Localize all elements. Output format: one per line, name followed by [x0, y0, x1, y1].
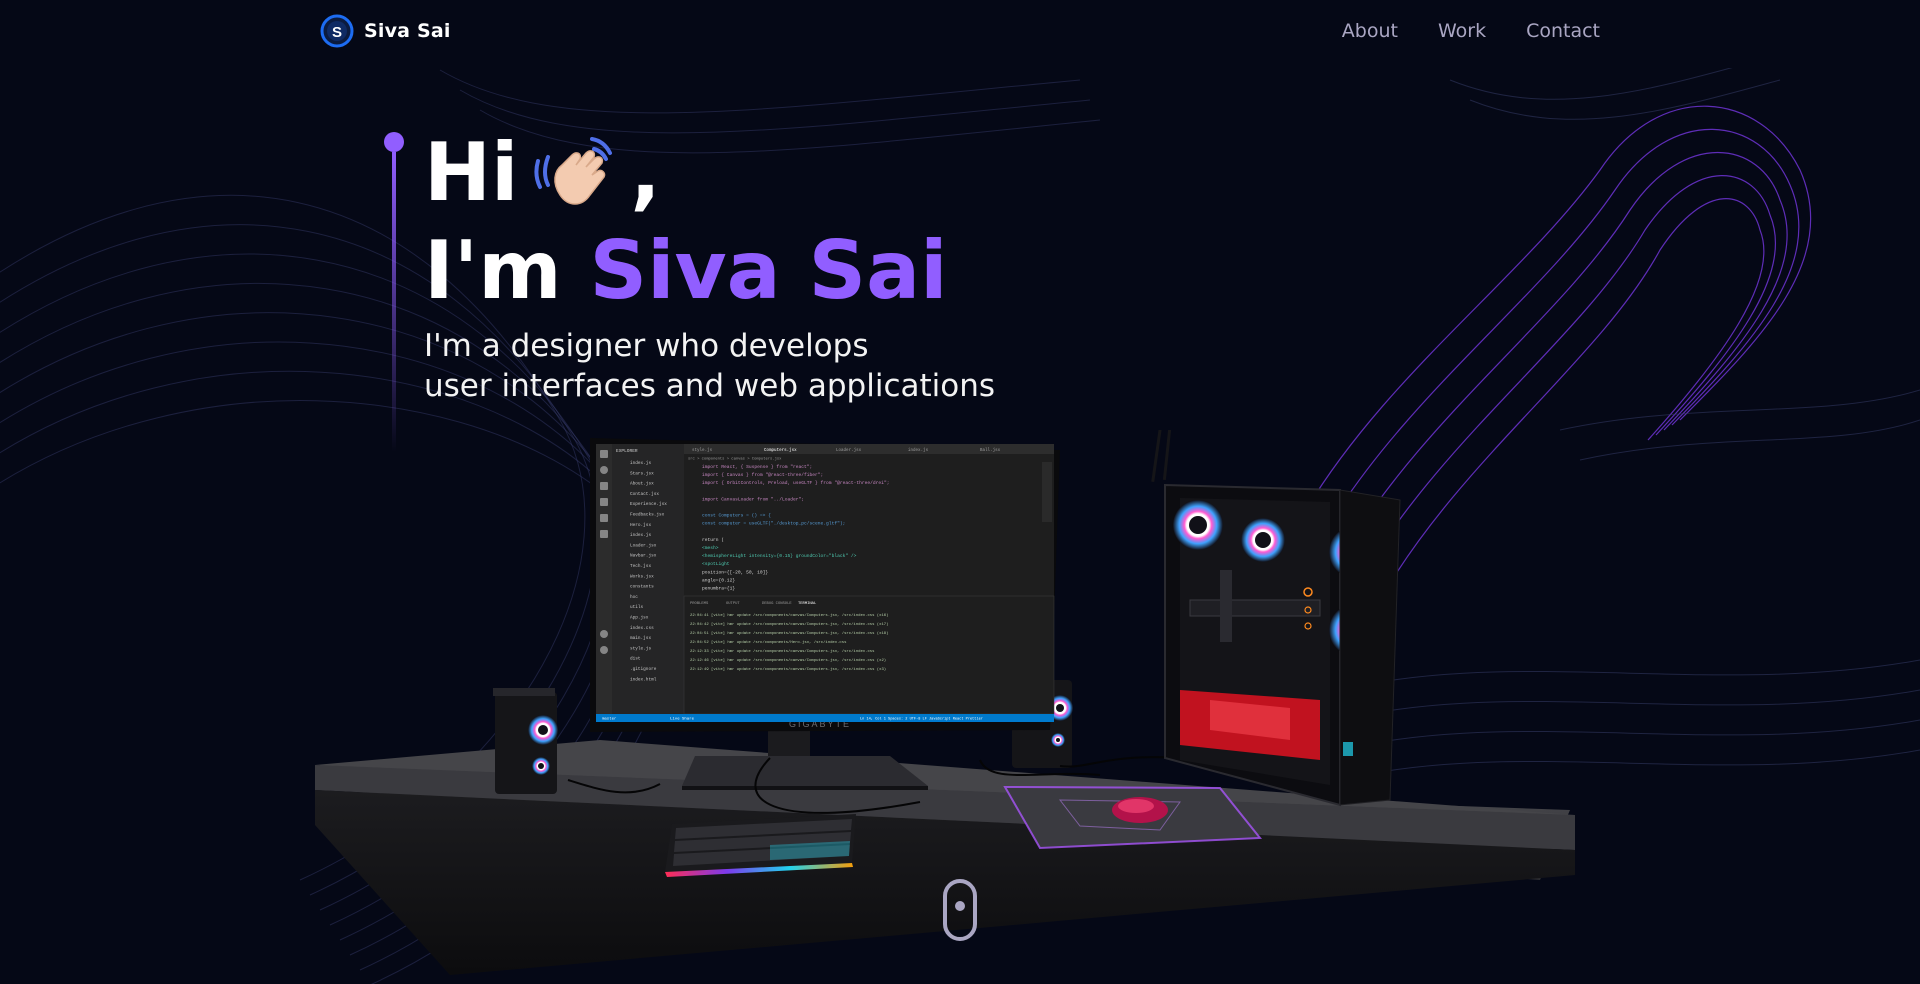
- explorer-file: dist: [630, 657, 641, 662]
- terminal-line: 22:04:42 [vite] hmr update /src/componen…: [690, 622, 888, 627]
- explorer-file: utils: [630, 605, 644, 610]
- editor-tab: index.js: [908, 448, 929, 453]
- editor-tab: Computers.jsx: [764, 448, 797, 453]
- explorer-file: main.jsx: [630, 636, 651, 641]
- explorer-file: Hero.jsx: [630, 523, 651, 528]
- hero-accent-bar: [392, 152, 396, 452]
- code-line: <spotLight: [702, 561, 730, 567]
- explorer-file: constants: [630, 585, 654, 590]
- terminal-line: 22:12:46 [vite] hmr update /src/componen…: [690, 658, 886, 663]
- nav-links: About Work Contact: [1342, 20, 1600, 42]
- brand-name: Siva Sai: [364, 20, 451, 42]
- explorer-file: Loader.jsx: [630, 543, 657, 548]
- code-line: return (: [702, 537, 724, 543]
- logo[interactable]: S Siva Sai: [320, 14, 451, 48]
- explorer-file: Feedbacks.jsx: [630, 513, 665, 518]
- explorer-title: EXPLORER: [616, 448, 638, 454]
- hero-greeting: Hi: [424, 126, 519, 219]
- explorer-file: Contact.jsx: [630, 492, 659, 497]
- explorer-file: index.html: [630, 677, 657, 682]
- code-line: penumbra={1}: [702, 586, 735, 592]
- keyboard: [665, 814, 856, 877]
- hero-heading: Hi , I'm Siva Sai: [424, 124, 948, 320]
- editor-tab: Ball.jsx: [980, 448, 1001, 453]
- hero-accent-dot: [384, 132, 404, 152]
- mouse-scroll-icon[interactable]: [942, 878, 978, 942]
- hero-name: Siva Sai: [589, 224, 948, 317]
- explorer-file: index.js: [630, 461, 651, 466]
- status-live-share: Live Share: [670, 717, 695, 722]
- siva-logo-icon: S: [320, 14, 354, 48]
- explorer-file: About.jsx: [630, 482, 654, 487]
- logo-letter: S: [332, 24, 342, 41]
- code-line: const Computers = () => {: [702, 513, 771, 519]
- explorer-file: Tech.jsx: [630, 564, 651, 569]
- code-line: import React, { Suspense } from "react";: [702, 464, 812, 470]
- editor-tab: Loader.jsx: [836, 448, 862, 453]
- pc-tower: [1151, 430, 1401, 807]
- code-line: import { Canvas } from "@react-three/fib…: [702, 472, 823, 478]
- code-line: position={[-20, 50, 10]}: [702, 569, 768, 575]
- nav-link-work[interactable]: Work: [1438, 20, 1486, 42]
- panel-tab: OUTPUT: [726, 602, 740, 606]
- explorer-file: App.jsx: [630, 616, 649, 621]
- explorer-file: index.css: [630, 626, 654, 631]
- waving-hand-icon: [534, 137, 613, 205]
- code-line: <mesh>: [702, 545, 719, 551]
- code-line: const computer = useGLTF("./desktop_pc/s…: [702, 521, 845, 527]
- terminal-line: 22:04:41 [vite] hmr update /src/componen…: [690, 613, 888, 618]
- status-right-info: Ln 14, Col 1 Spaces: 2 UTF-8 LF JavaScri…: [860, 717, 983, 722]
- terminal-line: 22:04:51 [vite] hmr update /src/componen…: [690, 631, 888, 636]
- hero-comma: ,: [630, 126, 661, 219]
- code-line: import CanvasLoader from "../Loader";: [702, 496, 804, 502]
- navbar: S Siva Sai About Work Contact: [0, 0, 1920, 68]
- explorer-file: Works.jsx: [630, 574, 654, 579]
- panel-tab: PROBLEMS: [690, 602, 709, 606]
- code-editor-screen: EXPLORER index.js Stars.jsx About.jsx Conta…: [596, 444, 1055, 722]
- gaming-mouse: [1112, 797, 1168, 823]
- terminal-line: 22:12:49 [vite] hmr update /src/componen…: [690, 667, 886, 672]
- hero-subtitle-line1: I'm a designer who develops: [424, 328, 869, 364]
- explorer-file: Navbar.jsx: [630, 554, 657, 559]
- terminal-line: 22:04:52 [vite] hmr update /src/componen…: [690, 640, 847, 645]
- editor-breadcrumb: src > components > canvas > Computers.js…: [688, 457, 782, 462]
- panel-tab: TERMINAL: [798, 602, 817, 606]
- explorer-file: hoc: [630, 595, 638, 600]
- status-branch: master: [602, 717, 617, 722]
- explorer-file: Experience.jsx: [630, 502, 667, 507]
- code-line: <hemisphereLight intensity={0.15} ground…: [702, 553, 857, 559]
- nav-link-contact[interactable]: Contact: [1526, 20, 1600, 42]
- hero-subtitle: I'm a designer who develops user interfa…: [424, 326, 995, 406]
- explorer-file: Stars.jsx: [630, 471, 654, 476]
- hero-accent-line: [384, 132, 404, 452]
- code-line: angle={0.12}: [702, 577, 735, 583]
- explorer-file: index.js: [630, 533, 651, 538]
- left-speaker: [493, 688, 558, 794]
- explorer-file: style.js: [630, 646, 651, 651]
- hero-intro: I'm: [424, 224, 562, 317]
- editor-tab: style.js: [692, 448, 713, 453]
- panel-tab: DEBUG CONSOLE: [762, 602, 792, 606]
- monitor-stand: [682, 728, 928, 790]
- code-line: import { OrbitControls, Preload, useGLTF…: [702, 480, 889, 486]
- nav-link-about[interactable]: About: [1342, 20, 1398, 42]
- explorer-file: .gitignore: [630, 667, 657, 672]
- hero-subtitle-line2: user interfaces and web applications: [424, 368, 996, 404]
- terminal-line: 22:12:33 [vite] hmr update /src/componen…: [690, 649, 875, 654]
